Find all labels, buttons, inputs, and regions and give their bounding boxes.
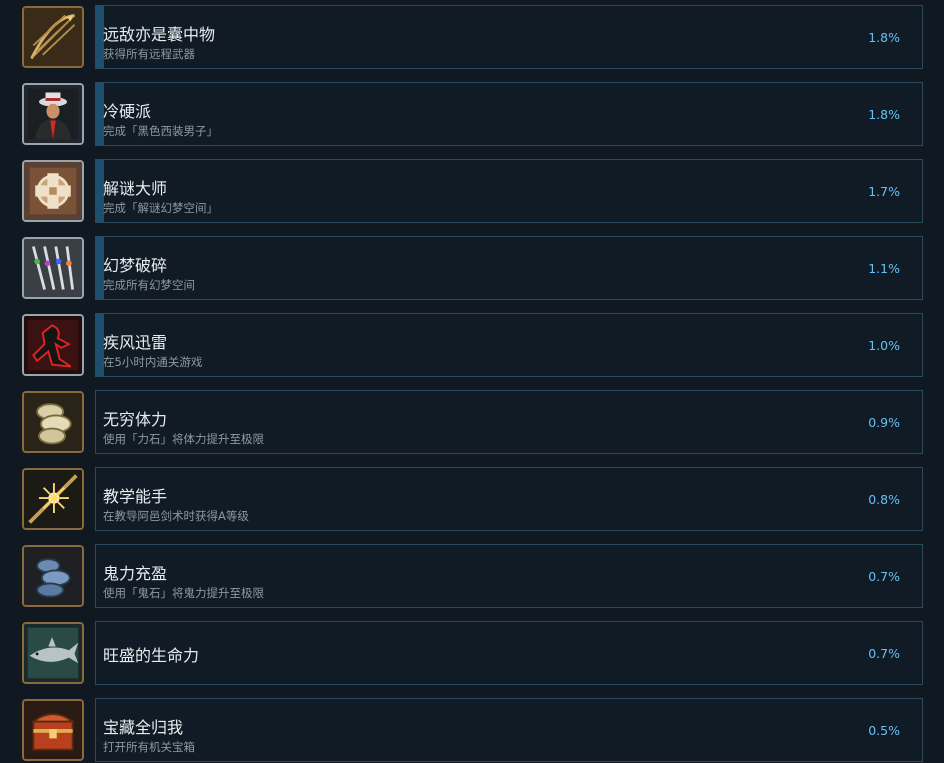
puzzle-box-icon <box>22 160 84 222</box>
achievement-list: 远敌亦是囊中物获得所有远程武器 1.8% 冷硬派完成「黑色西装男子」 1.8% 解谜大师… <box>0 0 944 763</box>
achievement-description: 在5小时内通关游戏 <box>103 355 203 369</box>
achievement-title: 远敌亦是囊中物 <box>103 25 216 44</box>
unlock-percentage: 0.9% <box>868 415 900 430</box>
unlock-percentage: 0.7% <box>868 569 900 584</box>
achievement-title: 教学能手 <box>103 487 168 506</box>
shark-icon <box>22 622 84 684</box>
achievement-title: 冷硬派 <box>103 102 152 121</box>
achievement-card: 无穷体力使用「力石」将体力提升至极限 0.9% <box>95 390 923 454</box>
achievement-row[interactable]: 远敌亦是囊中物获得所有远程武器 1.8% <box>0 5 944 71</box>
achievement-row[interactable]: 疾风迅雷在5小时内通关游戏 1.0% <box>0 313 944 379</box>
achievement-description: 完成「黑色西装男子」 <box>103 124 218 138</box>
achievement-card: 旺盛的生命力 0.7% <box>95 621 923 685</box>
achievement-card: 教学能手在教导阿邑剑术时获得A等级 0.8% <box>95 467 923 531</box>
achievement-title: 幻梦破碎 <box>103 256 168 275</box>
achievement-description: 使用「鬼石」将鬼力提升至极限 <box>103 586 264 600</box>
achievement-description: 完成「解谜幻梦空间」 <box>103 201 218 215</box>
crystal-swords-icon <box>22 237 84 299</box>
achievement-card: 疾风迅雷在5小时内通关游戏 1.0% <box>95 313 923 377</box>
unlock-percentage: 1.7% <box>868 184 900 199</box>
unlock-percentage: 1.1% <box>868 261 900 276</box>
bow-arrows-icon <box>22 6 84 68</box>
treasure-chest-icon <box>22 699 84 761</box>
achievement-title: 旺盛的生命力 <box>103 646 200 665</box>
achievement-row[interactable]: 旺盛的生命力 0.7% <box>0 621 944 687</box>
unlock-percentage: 1.8% <box>868 107 900 122</box>
achievement-row[interactable]: 宝藏全归我打开所有机关宝箱 0.5% <box>0 698 944 763</box>
power-stone-icon <box>22 391 84 453</box>
achievement-description: 使用「力石」将体力提升至极限 <box>103 432 264 446</box>
achievement-title: 鬼力充盈 <box>103 564 168 583</box>
unlock-percentage: 1.8% <box>868 30 900 45</box>
achievement-row[interactable]: 无穷体力使用「力石」将体力提升至极限 0.9% <box>0 390 944 456</box>
unlock-percentage: 1.0% <box>868 338 900 353</box>
achievement-row[interactable]: 解谜大师完成「解谜幻梦空间」 1.7% <box>0 159 944 225</box>
unlock-percentage: 0.7% <box>868 646 900 661</box>
achievement-row[interactable]: 幻梦破碎完成所有幻梦空间 1.1% <box>0 236 944 302</box>
unlock-percentage: 0.8% <box>868 492 900 507</box>
achievement-card: 解谜大师完成「解谜幻梦空间」 1.7% <box>95 159 923 223</box>
achievement-row[interactable]: 冷硬派完成「黑色西装男子」 1.8% <box>0 82 944 148</box>
achievement-card: 宝藏全归我打开所有机关宝箱 0.5% <box>95 698 923 762</box>
achievement-description: 在教导阿邑剑术时获得A等级 <box>103 509 249 523</box>
oni-stone-icon <box>22 545 84 607</box>
unlock-percentage: 0.5% <box>868 723 900 738</box>
achievement-title: 疾风迅雷 <box>103 333 168 352</box>
achievement-card: 冷硬派完成「黑色西装男子」 1.8% <box>95 82 923 146</box>
achievement-title: 宝藏全归我 <box>103 718 184 737</box>
achievement-title: 解谜大师 <box>103 179 168 198</box>
man-in-suit-icon <box>22 83 84 145</box>
achievement-description: 完成所有幻梦空间 <box>103 278 195 292</box>
achievement-card: 鬼力充盈使用「鬼石」将鬼力提升至极限 0.7% <box>95 544 923 608</box>
achievement-card: 幻梦破碎完成所有幻梦空间 1.1% <box>95 236 923 300</box>
achievement-description: 打开所有机关宝箱 <box>103 740 195 754</box>
achievement-row[interactable]: 教学能手在教导阿邑剑术时获得A等级 0.8% <box>0 467 944 533</box>
sword-spark-icon <box>22 468 84 530</box>
achievement-card: 远敌亦是囊中物获得所有远程武器 1.8% <box>95 5 923 69</box>
achievement-row[interactable]: 鬼力充盈使用「鬼石」将鬼力提升至极限 0.7% <box>0 544 944 610</box>
achievement-title: 无穷体力 <box>103 410 168 429</box>
red-runner-icon <box>22 314 84 376</box>
achievement-description: 获得所有远程武器 <box>103 47 195 61</box>
